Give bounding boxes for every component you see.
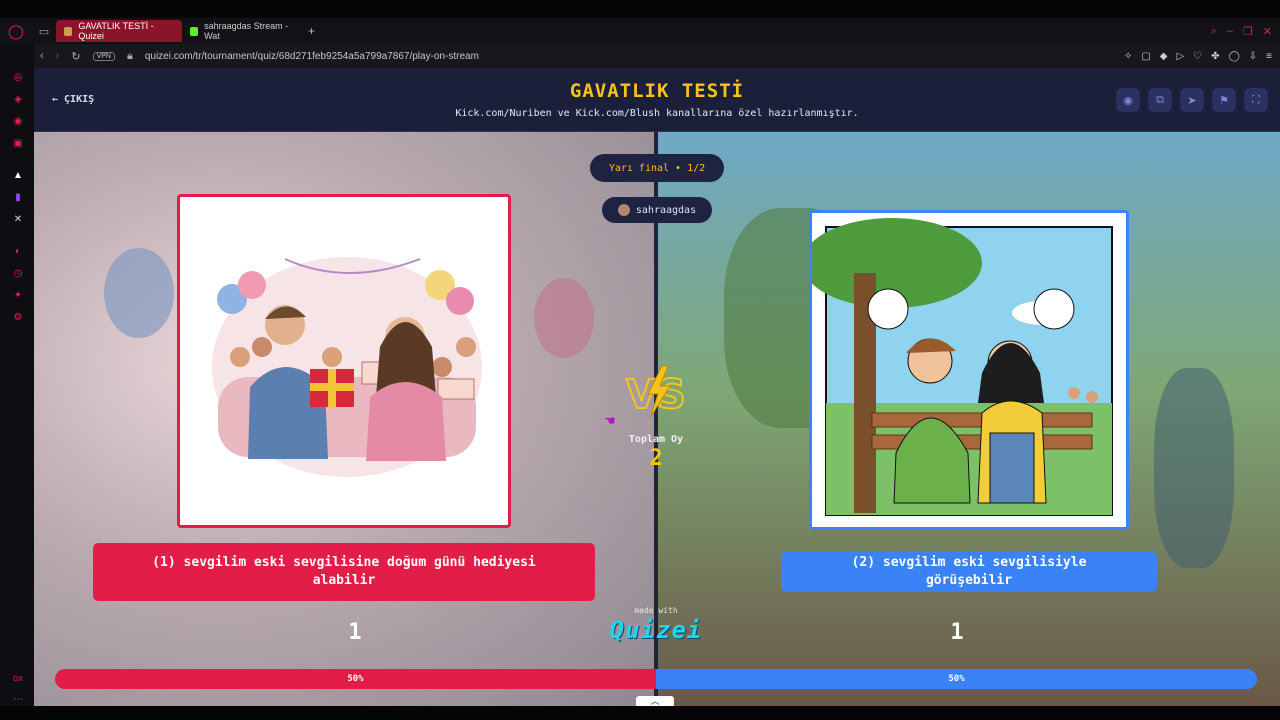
extensions-puzzle-icon[interactable]: ✤ — [1211, 51, 1219, 62]
park-illustration — [812, 213, 1126, 527]
option-right-button[interactable]: (2) sevgilim eski sevgilisiyle görüşebil… — [781, 552, 1157, 592]
lock-icon: 🔒︎ — [126, 49, 133, 62]
opera-logo-icon[interactable]: ◯ — [0, 18, 32, 44]
play-icon[interactable]: ▷ — [1177, 51, 1185, 62]
restore-icon[interactable]: ❐ — [1243, 25, 1253, 38]
vs-lightning-icon: VS — [625, 365, 687, 419]
option-image-left[interactable] — [177, 194, 511, 528]
round-badge: Yarı final • 1/2 — [590, 154, 724, 182]
player-icon[interactable]: ◐ — [12, 246, 24, 258]
download-icon[interactable]: ⇩ — [1249, 51, 1257, 62]
tab-quizei[interactable]: GAVATLIK TESTİ - Quizei — [56, 20, 182, 42]
send-icon[interactable]: ➤ — [1180, 88, 1204, 112]
twitch-icon[interactable]: ▮ — [12, 192, 24, 204]
quizei-logo[interactable]: Quizei — [604, 616, 708, 644]
shield-icon[interactable]: ◆ — [1160, 51, 1168, 62]
avatar — [617, 204, 630, 216]
tab-overview-icon[interactable]: ▭ — [32, 25, 56, 38]
left-percent-bar: 50% — [55, 669, 656, 689]
messenger-icon[interactable]: ◉ — [12, 116, 24, 128]
quizei-favicon-icon — [64, 26, 73, 36]
aria-icon[interactable]: ◈ — [12, 94, 24, 106]
gx-icon[interactable]: GX — [12, 674, 24, 686]
quiz-subtitle: Kick.com/Nuriben ve Kick.com/Blush kanal… — [455, 108, 859, 119]
close-icon[interactable]: ✕ — [1263, 25, 1272, 38]
speed-dial-icon[interactable]: ◎ — [12, 72, 24, 84]
x-icon[interactable]: ✕ — [12, 214, 24, 226]
url-field[interactable]: quizei.com/tr/tournament/quiz/68d271feb9… — [145, 51, 479, 62]
snapshot-icon[interactable]: ▢ — [1141, 51, 1150, 62]
address-actions: ✧ ▢ ◆ ▷ ♡ ✤ ◯ ⇩ ≡ — [1124, 51, 1280, 62]
tab-kick-stream[interactable]: sahraagdas Stream - Wat — [182, 20, 304, 42]
streamer-name: sahraagdas — [635, 204, 697, 216]
tab-label: sahraagdas Stream - Wat — [204, 21, 289, 41]
menu-icon[interactable]: ≡ — [1266, 51, 1272, 62]
made-with-label: made with — [634, 606, 678, 615]
more-icon[interactable]: ⋯ — [12, 694, 24, 706]
settings-icon[interactable]: ⚙ — [12, 312, 24, 324]
quiz-header: ← ÇIKIŞ GAVATLIK TESTİ Kick.com/Nuriben … — [34, 68, 1280, 132]
left-vote-count: 1 — [348, 620, 362, 645]
fullscreen-icon[interactable]: ⛶ — [1244, 88, 1268, 112]
mouse-cursor-icon: ☚ — [604, 413, 616, 428]
bottom-strip — [0, 706, 1280, 720]
quiz-title: GAVATLIK TESTİ — [569, 80, 745, 102]
kick-favicon-icon — [190, 26, 199, 36]
reload-icon[interactable]: ↻ — [71, 50, 80, 63]
streamer-badge: sahraagdas — [602, 197, 712, 223]
pin-icon[interactable]: ✧ — [1124, 51, 1132, 62]
tab-bar: ◯ ▭ GAVATLIK TESTİ - Quizei sahraagdas S… — [0, 18, 1280, 44]
birthday-illustration — [180, 197, 508, 525]
forward-icon[interactable]: › — [56, 50, 60, 62]
header-actions: ◉ ⧉ ➤ ⚑ ⛶ — [1116, 88, 1268, 112]
vpn-badge[interactable]: VPN — [92, 51, 115, 61]
back-icon[interactable]: ‹ — [40, 50, 44, 62]
browser-top-strip — [0, 0, 1280, 18]
browser-sidebar: ◎ ◈ ◉ ▣ ▲ ▮ ✕ ◐ ◷ ✦ ⚙ GX ⋯ — [0, 44, 34, 720]
kick-icon[interactable]: ▲ — [12, 170, 24, 182]
profile-icon[interactable]: ◯ — [1229, 51, 1240, 62]
total-votes-value: 2 — [649, 446, 663, 471]
copy-icon[interactable]: ⧉ — [1148, 88, 1172, 112]
new-tab-button[interactable]: + — [308, 24, 315, 38]
right-percent-bar: 50% — [656, 669, 1257, 689]
quiz-page: ← ÇIKIŞ GAVATLIK TESTİ Kick.com/Nuriben … — [34, 68, 1280, 706]
tab-label: GAVATLIK TESTİ - Quizei — [78, 21, 154, 41]
heart-icon[interactable]: ♡ — [1193, 51, 1202, 62]
window-controls: ⌕ – ❐ ✕ — [1211, 25, 1280, 38]
balloon-blur — [534, 278, 594, 358]
chevron-up-icon[interactable]: ︿ — [636, 696, 674, 706]
instagram-icon[interactable]: ▣ — [12, 138, 24, 150]
address-bar: ‹ › ↻ VPN 🔒︎ quizei.com/tr/tournament/qu… — [34, 44, 1280, 68]
right-vote-count: 1 — [950, 620, 964, 645]
flag-icon[interactable]: ⚑ — [1212, 88, 1236, 112]
option-left-button[interactable]: (1) sevgilim eski sevgilisine doğum günü… — [93, 543, 595, 601]
eye-icon[interactable]: ◉ — [1116, 88, 1140, 112]
option-image-right[interactable] — [809, 210, 1129, 530]
minimize-icon[interactable]: – — [1227, 25, 1233, 38]
total-votes-label: Toplam Oy — [628, 434, 684, 445]
extensions-icon[interactable]: ✦ — [12, 290, 24, 302]
balloon-blur — [104, 248, 174, 338]
figure-blur — [1154, 368, 1234, 568]
history-icon[interactable]: ◷ — [12, 268, 24, 280]
search-tabs-icon[interactable]: ⌕ — [1211, 25, 1217, 38]
